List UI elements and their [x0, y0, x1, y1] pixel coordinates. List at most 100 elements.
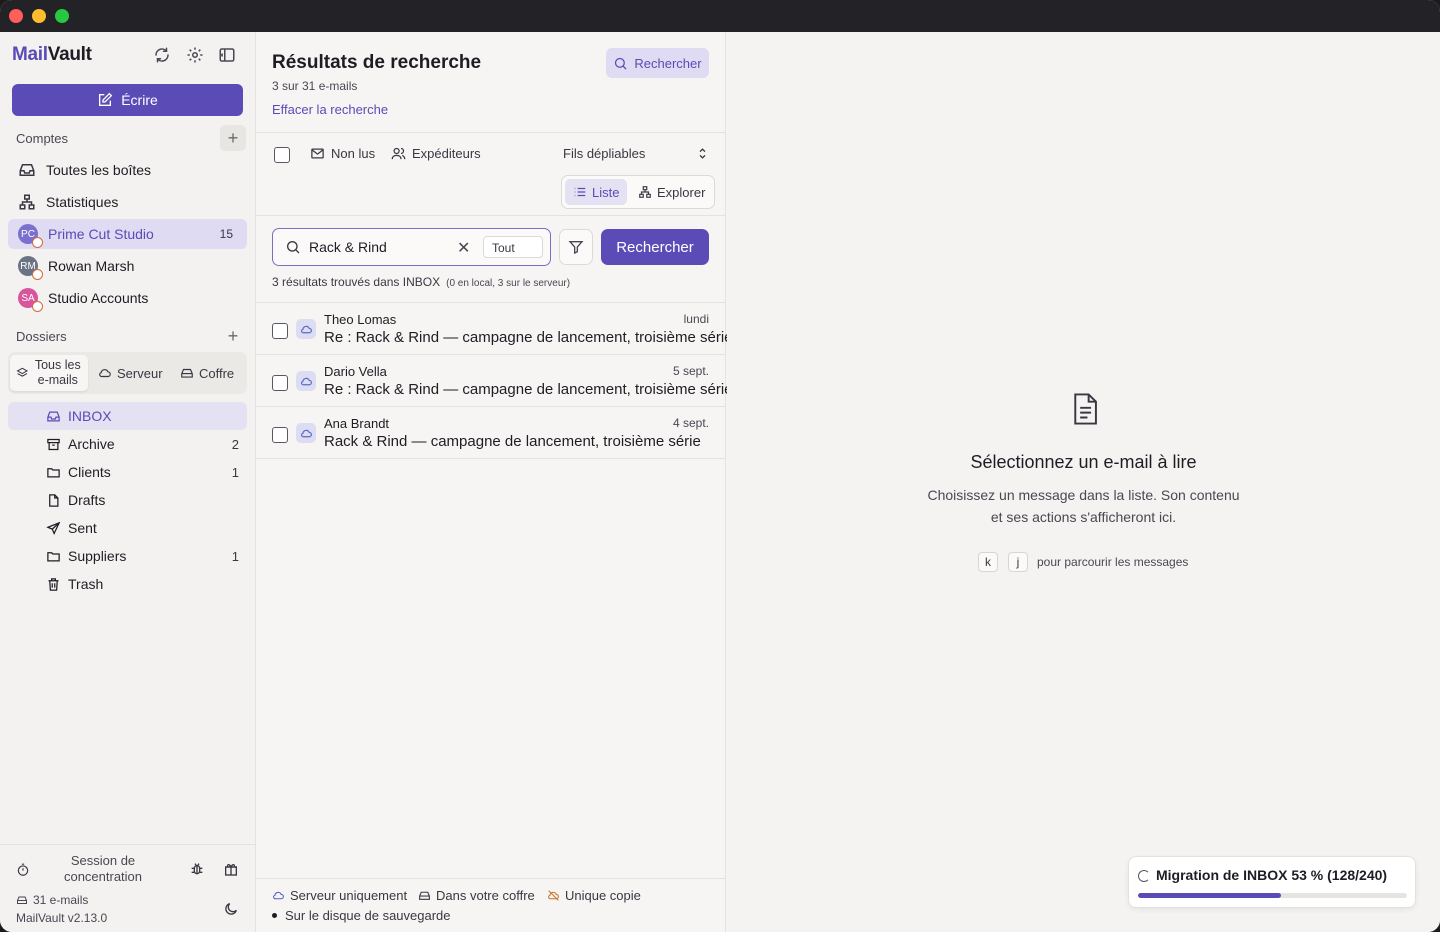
- hard-drive-icon: [181, 368, 193, 378]
- filter-senders[interactable]: Expéditeurs: [391, 146, 481, 161]
- network-icon: [639, 186, 651, 198]
- folder-sent[interactable]: Sent: [8, 514, 247, 542]
- nav-statistics[interactable]: Statistiques: [8, 187, 247, 217]
- folder-suppliers[interactable]: Suppliers 1: [8, 542, 247, 570]
- divider: [256, 215, 726, 216]
- avatar: RM: [18, 256, 43, 280]
- add-folder-button[interactable]: +: [220, 323, 246, 349]
- inbox-icon: [19, 164, 35, 176]
- folder-icon: [47, 551, 60, 561]
- folder-trash[interactable]: Trash: [8, 570, 247, 598]
- open-search-button[interactable]: Rechercher: [606, 48, 709, 78]
- avatar: PC: [18, 224, 43, 248]
- filter-unread[interactable]: Non lus: [310, 146, 375, 161]
- clock-badge-icon: [32, 269, 43, 280]
- message-row[interactable]: Dario Vella 5 sept. Re : Rack & Rind — c…: [256, 355, 733, 407]
- search-icon: [287, 241, 300, 254]
- app-version: MailVault v2.13.0: [16, 911, 108, 925]
- nav-statistics-label: Statistiques: [46, 194, 119, 210]
- view-explore-tab[interactable]: Explorer: [630, 179, 713, 205]
- row-checkbox[interactable]: [272, 375, 288, 391]
- archive-icon: [47, 438, 60, 450]
- clear-search-icon[interactable]: ✕: [457, 238, 470, 258]
- scope-all-emails[interactable]: Tous les e-mails: [10, 355, 88, 391]
- account-prime-cut-studio[interactable]: PC Prime Cut Studio 15: [8, 219, 247, 249]
- dot-icon: [272, 913, 277, 918]
- scope-vault[interactable]: Coffre: [174, 355, 240, 391]
- message-row[interactable]: Theo Lomas lundi Re : Rack & Rind — camp…: [256, 303, 733, 355]
- scope-server[interactable]: Serveur: [92, 355, 169, 391]
- threads-select[interactable]: Fils dépliables: [563, 146, 710, 161]
- folders-heading: Dossiers: [16, 329, 67, 344]
- search-scope-select[interactable]: Tout: [483, 236, 543, 258]
- folder-inbox[interactable]: INBOX: [8, 402, 247, 430]
- message-list-pane: Résultats de recherche 3 sur 31 e-mails …: [256, 32, 733, 932]
- cloud-icon: [99, 369, 111, 378]
- cloud-icon: [296, 423, 316, 443]
- view-toggle: Liste Explorer: [561, 175, 715, 209]
- zoom-window-button[interactable]: [55, 9, 69, 23]
- minimize-window-button[interactable]: [32, 9, 46, 23]
- key-j: j: [1008, 552, 1028, 572]
- cloud-icon: [273, 891, 284, 900]
- key-k: k: [978, 552, 998, 572]
- gear-icon[interactable]: [186, 46, 206, 66]
- message-row[interactable]: Ana Brandt 4 sept. Rack & Rind — campagn…: [256, 407, 726, 459]
- layers-icon: [16, 367, 29, 377]
- filter-button[interactable]: [559, 229, 593, 265]
- trash-icon: [48, 577, 59, 591]
- row-checkbox[interactable]: [272, 323, 288, 339]
- inbox-icon: [47, 411, 60, 421]
- migration-progress-fill: [1138, 893, 1281, 898]
- nav-all-mailboxes[interactable]: Toutes les boîtes: [8, 155, 247, 185]
- add-account-button[interactable]: +: [220, 125, 246, 151]
- account-rowan-marsh[interactable]: RM Rowan Marsh: [8, 251, 247, 281]
- file-icon: [49, 493, 59, 507]
- users-icon: [391, 147, 406, 160]
- focus-session-button[interactable]: Session de concentration: [48, 853, 158, 885]
- page-title: Résultats de recherche: [272, 52, 482, 73]
- gift-icon[interactable]: [223, 861, 239, 882]
- view-list-tab[interactable]: Liste: [565, 179, 628, 205]
- reading-pane: Sélectionnez un e-mail à lire Choisissez…: [727, 32, 1440, 932]
- sidebar-toggle-icon[interactable]: [218, 46, 238, 66]
- search-query: Rack & Rind: [309, 239, 387, 255]
- legend-server-only: Serveur uniquement: [272, 888, 407, 903]
- sidebar-footer: Session de concentration 31 e-mails Mail…: [0, 844, 256, 932]
- accounts-heading: Comptes: [16, 131, 69, 146]
- migration-label: Migration de INBOX 53 % (128/240): [1156, 867, 1388, 883]
- legend-backup-disk: Sur le disque de sauvegarde: [272, 908, 451, 923]
- title-bar: [0, 0, 1440, 32]
- legend-in-vault: Dans votre coffre: [418, 888, 535, 903]
- moon-icon[interactable]: [223, 901, 239, 922]
- message-date: lundi: [683, 312, 709, 326]
- clock-badge-icon: [32, 301, 43, 312]
- unread-count: 15: [219, 227, 233, 241]
- app-window: MailVault Écrire Comptes + Toutes les bo…: [0, 0, 1440, 932]
- message-sender: Ana Brandt: [324, 416, 390, 431]
- clear-search-link[interactable]: Effacer la recherche: [272, 102, 388, 117]
- cloud-icon: [296, 319, 316, 339]
- folder-icon: [47, 467, 60, 477]
- message-date: 4 sept.: [672, 416, 709, 430]
- cloud-off-icon: [548, 890, 559, 901]
- bug-icon[interactable]: [189, 861, 205, 882]
- compose-label: Écrire: [121, 92, 158, 108]
- account-studio-accounts[interactable]: SA Studio Accounts: [8, 283, 247, 313]
- select-all-checkbox[interactable]: [274, 147, 290, 163]
- row-checkbox[interactable]: [272, 427, 288, 443]
- folder-count: 1: [231, 548, 239, 564]
- close-window-button[interactable]: [9, 9, 23, 23]
- cloud-icon: [296, 371, 316, 391]
- search-input[interactable]: Rack & Rind ✕ Tout: [272, 228, 551, 266]
- sync-icon[interactable]: [153, 46, 173, 66]
- sidebar: MailVault Écrire Comptes + Toutes les bo…: [0, 32, 256, 932]
- folder-drafts[interactable]: Drafts: [8, 486, 247, 514]
- compose-button[interactable]: Écrire: [12, 84, 243, 116]
- email-count: 31 e-mails: [16, 893, 88, 907]
- folder-archive[interactable]: Archive 2: [8, 430, 247, 458]
- timer-icon[interactable]: [16, 863, 30, 877]
- clock-badge-icon: [32, 237, 43, 248]
- search-button[interactable]: Rechercher: [601, 229, 709, 265]
- folder-clients[interactable]: Clients 1: [8, 458, 247, 486]
